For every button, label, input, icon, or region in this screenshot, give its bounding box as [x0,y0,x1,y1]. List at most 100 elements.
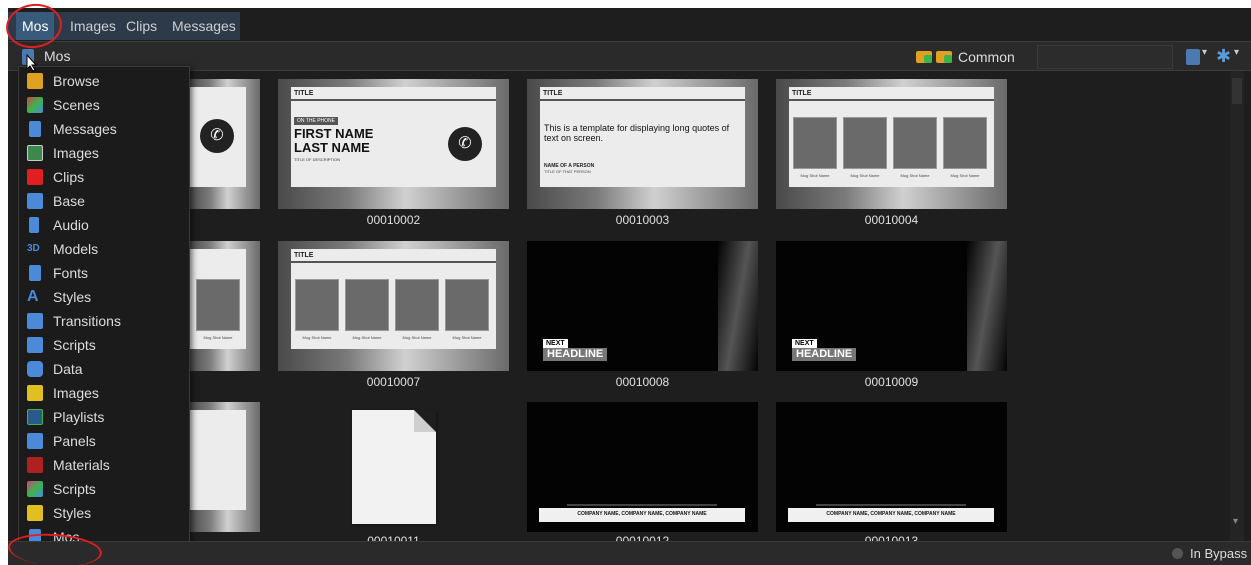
slide-quote: This is a template for displaying long q… [544,123,730,143]
thumbnail-item[interactable] [188,402,260,532]
slide-title: TITLE [294,90,314,97]
chevron-down-icon[interactable]: ▾ [1234,47,1239,58]
mug-shot [445,279,489,331]
mug-label: Mug Shot Name [352,335,382,340]
mug-shot [196,279,240,331]
tab-clips[interactable]: Clips [120,12,163,40]
mug-shot [793,117,837,169]
view-mode-icon[interactable] [1186,49,1200,65]
menu-item-browse[interactable]: Browse [19,69,189,93]
mug-label: Mug Shot Name [452,335,482,340]
thumbnail-item[interactable]: TITLE Mug Shot Name Mug Shot Name Mug Sh… [776,79,1007,209]
materials-icon [27,457,43,473]
clips-icon [27,169,43,185]
thumbnail-caption: 00010002 [366,213,421,227]
app-window: Mos Images Clips Messages Mos Common ▾ ✱… [8,8,1251,565]
slide-title: TITLE [543,90,563,97]
slide-person-sub: TITLE OF THAT PERSON [544,169,591,174]
phone-icon: ✆ [200,119,234,153]
menu-item-materials[interactable]: Materials [19,453,189,477]
mug-shot [843,117,887,169]
browser-header: Mos Common ▾ ✱ ▾ [8,41,1251,71]
slide-subtitle: ON THE PHONE [294,117,338,125]
scripts-icon [27,337,43,353]
thumbnail-item[interactable]: Mug Shot Name [188,241,260,371]
mug-label: Mug Shot Name [302,335,332,340]
menu-item-fonts[interactable]: Fonts [19,261,189,285]
transitions-icon [27,313,43,329]
common-folder-control[interactable]: Common [916,47,1015,67]
audio-icon [29,217,39,233]
company-names: COMPANY NAME, COMPANY NAME, COMPANY NAME [826,511,956,517]
vertical-scrollbar[interactable] [1230,71,1244,541]
mouse-cursor-icon [26,54,38,72]
mug-label: Mug Shot Name [850,173,880,178]
menu-item-data[interactable]: Data [19,357,189,381]
fonts-icon [29,265,41,281]
scrollbar-thumb[interactable] [1232,78,1242,104]
scenes-icon [27,97,43,113]
thumbnail-item[interactable]: NEXT HEADLINE [776,241,1007,371]
menu-item-scripts-cube[interactable]: Scripts [19,477,189,501]
thumbnail-item[interactable]: COMPANY NAME, COMPANY NAME, COMPANY NAME [776,402,1007,532]
thumbnail-item[interactable]: TITLE Mug Shot Name Mug Shot Name Mug Sh… [278,241,509,371]
menu-item-panels[interactable]: Panels [19,429,189,453]
menu-item-clips[interactable]: Clips [19,165,189,189]
chevron-down-icon[interactable]: ▾ [1202,47,1207,58]
tab-messages[interactable]: Messages [166,12,242,40]
company-names: COMPANY NAME, COMPANY NAME, COMPANY NAME [577,511,707,517]
slide-title: TITLE [294,252,314,259]
tab-bar: Mos Images Clips Messages [8,8,1251,40]
blank-document-icon[interactable] [352,410,436,524]
thumbnail-item[interactable]: ✆ [188,79,260,209]
menu-item-audio[interactable]: Audio [19,213,189,237]
menu-item-base[interactable]: Base [19,189,189,213]
thumbnail-item[interactable]: COMPANY NAME, COMPANY NAME, COMPANY NAME [527,402,758,532]
tab-images[interactable]: Images [64,12,122,40]
menu-item-images[interactable]: Images [19,141,189,165]
menu-item-messages[interactable]: Messages [19,117,189,141]
folder-common-icon[interactable] [936,51,952,63]
base-icon [27,193,43,209]
mug-shot [395,279,439,331]
images-folder-icon [27,385,43,401]
playlists-icon [27,409,43,425]
scripts-cube-icon [27,481,43,497]
data-icon [27,361,43,377]
folder-add-icon[interactable] [916,51,932,63]
slide-desc: TITLE OF DESCRIPTION [294,157,341,162]
thumbnail-item[interactable]: TITLE ON THE PHONE FIRST NAME LAST NAME … [278,79,509,209]
settings-gear-icon[interactable]: ✱ [1216,47,1231,65]
bypass-status-indicator [1172,548,1183,559]
mug-label: Mug Shot Name [950,173,980,178]
thumbnail-caption: 00010007 [366,375,421,389]
styles-folder-icon [27,505,43,521]
menu-item-playlists[interactable]: Playlists [19,405,189,429]
menu-item-models[interactable]: 3D Models [19,237,189,261]
scroll-down-icon[interactable]: ▾ [1233,516,1238,527]
menu-item-styles[interactable]: A Styles [19,285,189,309]
mug-shot [943,117,987,169]
messages-icon [29,121,41,137]
mug-label: Mug Shot Name [402,335,432,340]
menu-item-transitions[interactable]: Transitions [19,309,189,333]
mug-shot [893,117,937,169]
thumbnail-item[interactable]: TITLE This is a template for displaying … [527,79,758,209]
menu-item-styles-folder[interactable]: Styles [19,501,189,525]
header-title: Mos [44,48,71,64]
thumbnail-grid: ✆ TITLE ON THE PHONE FIRST NAME LAST NAM… [8,71,1230,548]
menu-item-scenes[interactable]: Scenes [19,93,189,117]
mug-shot [345,279,389,331]
menu-item-scripts[interactable]: Scripts [19,333,189,357]
thumbnail-caption: 00010003 [615,213,670,227]
headline-label: HEADLINE [543,348,608,361]
common-label: Common [958,49,1015,65]
menu-item-images-folder[interactable]: Images [19,381,189,405]
panels-icon [27,433,43,449]
thumbnail-item[interactable]: NEXT HEADLINE [527,241,758,371]
search-input[interactable] [1037,45,1173,69]
mug-label: Mug Shot Name [900,173,930,178]
bypass-status-label: In Bypass [1190,546,1248,561]
headline-label: HEADLINE [792,348,857,361]
thumbnail-caption: 00010009 [864,375,919,389]
